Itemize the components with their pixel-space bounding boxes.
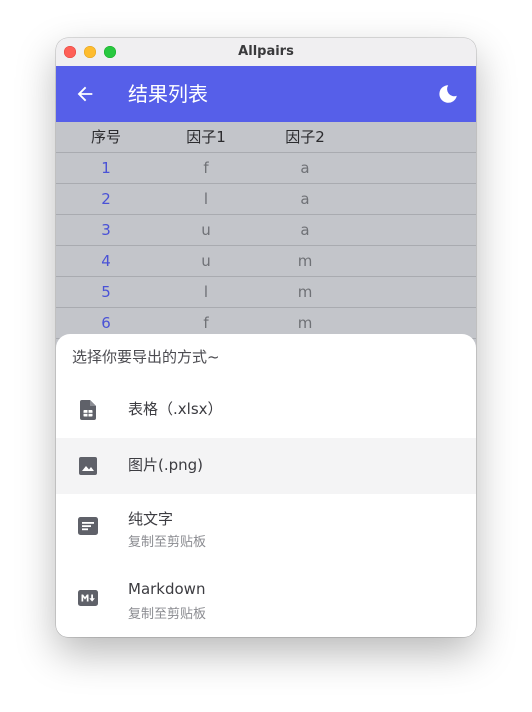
arrow-back-icon[interactable]	[74, 83, 96, 105]
table-row: 3 u a	[56, 215, 476, 246]
export-markdown-option[interactable]: Markdown 复制至剪贴板	[56, 566, 476, 637]
table-row: 5 l m	[56, 277, 476, 308]
factor-2-value: a	[300, 159, 310, 177]
page-title: 结果列表	[128, 82, 208, 106]
sheet-title: 选择你要导出的方式~	[72, 348, 220, 366]
factor-2-value: a	[300, 221, 310, 239]
factor-1-value: u	[201, 252, 211, 270]
option-label: Markdown	[128, 580, 206, 598]
row-index: 1	[101, 159, 111, 177]
column-header-factor-1: 因子1	[186, 128, 226, 146]
table-row: 4 u m	[56, 246, 476, 277]
factor-2-value: a	[300, 190, 310, 208]
image-icon	[79, 457, 97, 475]
row-index: 5	[101, 283, 111, 301]
text-notes-icon	[78, 517, 98, 535]
option-label: 纯文字	[128, 510, 174, 528]
factor-2-value: m	[297, 252, 313, 270]
row-index: 3	[101, 221, 111, 239]
option-label: 图片(.png)	[128, 456, 204, 474]
column-header-index: 序号	[90, 128, 121, 146]
app-window: Allpairs 结果列表 序号 因子1 因子2 1 f a 2 l a 3 u	[56, 38, 476, 637]
table-row: 1 f a	[56, 153, 476, 184]
option-label: 表格（.xlsx）	[128, 400, 223, 418]
export-xlsx-option[interactable]: 表格（.xlsx）	[56, 382, 476, 438]
export-png-option[interactable]: 图片(.png)	[56, 438, 476, 494]
factor-1-value: u	[201, 221, 211, 239]
window-title: Allpairs	[238, 44, 294, 59]
export-bottom-sheet: 选择你要导出的方式~ 表格（.xlsx） 图片(.png) 纯文字 复制至剪贴板…	[56, 334, 476, 637]
row-index: 4	[101, 252, 111, 270]
title-bar: Allpairs	[56, 38, 476, 67]
factor-1-value: l	[203, 190, 209, 208]
export-plain-text-option[interactable]: 纯文字 复制至剪贴板	[56, 494, 476, 566]
option-subtitle: 复制至剪贴板	[128, 607, 207, 622]
column-header-factor-2: 因子2	[285, 128, 325, 146]
table-header-row: 序号 因子1 因子2	[56, 122, 476, 153]
option-subtitle: 复制至剪贴板	[128, 535, 207, 550]
row-index: 2	[101, 190, 111, 208]
factor-1-value: f	[203, 159, 209, 177]
factor-2-value: m	[297, 283, 313, 301]
factor-1-value: l	[203, 283, 209, 301]
moon-icon[interactable]	[436, 82, 460, 106]
spreadsheet-file-icon	[80, 400, 96, 420]
markdown-icon	[78, 590, 98, 606]
app-bar: 结果列表	[56, 66, 476, 122]
table-row: 2 l a	[56, 184, 476, 215]
